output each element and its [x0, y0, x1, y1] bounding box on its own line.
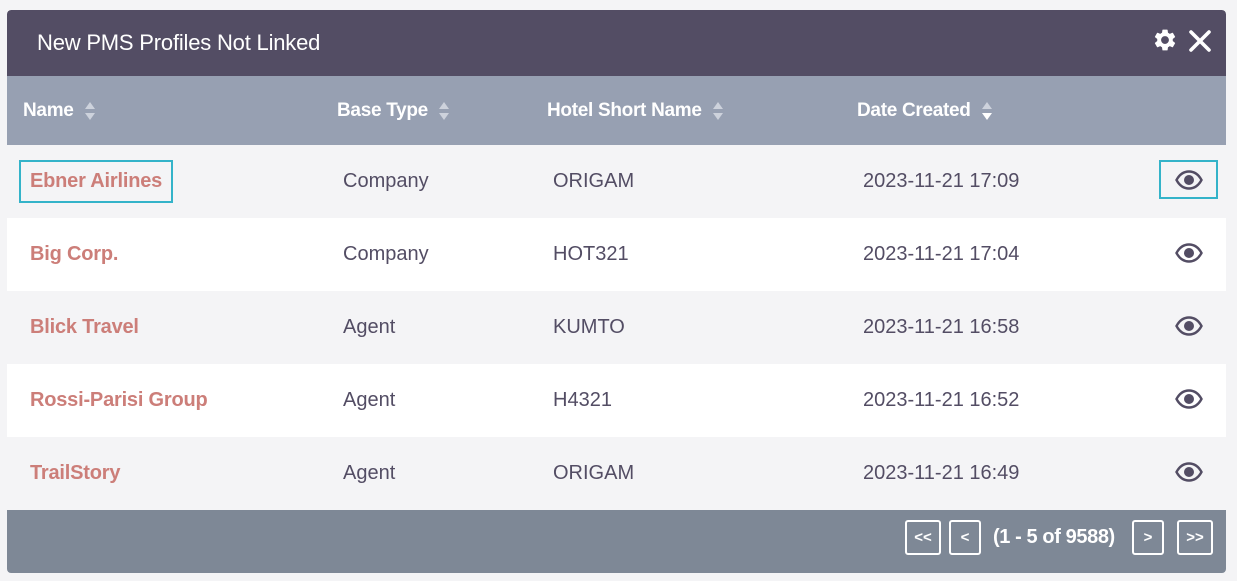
- base-type-cell: Agent: [343, 462, 396, 484]
- hotel-short-name-cell: ORIGAM: [553, 462, 635, 484]
- table-row: Ebner Airlines Company ORIGAM 2023-11-21…: [7, 145, 1226, 218]
- gear-icon[interactable]: [1152, 27, 1178, 53]
- hotel-short-name-cell: ORIGAM: [553, 170, 635, 192]
- column-header-date-created[interactable]: Date Created: [857, 76, 993, 145]
- pagination-range: (1 - 5 of 9588): [993, 526, 1115, 548]
- next-page-button[interactable]: >: [1132, 520, 1164, 555]
- name-cell: Big Corp.: [19, 218, 129, 291]
- view-button[interactable]: [1159, 452, 1218, 491]
- last-page-button[interactable]: >>: [1177, 520, 1213, 555]
- hotel-short-name-cell: KUMTO: [553, 316, 625, 338]
- sort-arrows-icon: [981, 101, 992, 120]
- hotel-short-name-cell: H4321: [553, 389, 612, 411]
- dashlet-header: New PMS Profiles Not Linked: [7, 10, 1226, 76]
- eye-icon: [1174, 169, 1203, 190]
- eye-icon: [1174, 315, 1203, 336]
- profile-name-link[interactable]: Blick Travel: [19, 306, 150, 349]
- column-header-label: Base Type: [337, 99, 428, 121]
- table-row: TrailStory Agent ORIGAM 2023-11-21 16:49: [7, 437, 1226, 510]
- table-row: Big Corp. Company HOT321 2023-11-21 17:0…: [7, 218, 1226, 291]
- dashlet: New PMS Profiles Not Linked Name Base Ty…: [7, 10, 1226, 573]
- name-cell: TrailStory: [19, 437, 131, 510]
- date-created-cell: 2023-11-21 17:04: [863, 243, 1020, 265]
- name-cell: Rossi-Parisi Group: [19, 364, 219, 437]
- eye-icon: [1174, 461, 1203, 482]
- date-created-cell: 2023-11-21 16:49: [863, 462, 1020, 484]
- profile-name-link[interactable]: Rossi-Parisi Group: [19, 379, 219, 422]
- table-row: Blick Travel Agent KUMTO 2023-11-21 16:5…: [7, 291, 1226, 364]
- view-button[interactable]: [1159, 160, 1218, 199]
- previous-page-button[interactable]: <: [949, 520, 981, 555]
- date-created-cell: 2023-11-21 16:52: [863, 389, 1020, 411]
- date-created-cell: 2023-11-21 16:58: [863, 316, 1020, 338]
- eye-icon: [1174, 388, 1203, 409]
- sort-arrows-icon: [712, 101, 723, 120]
- column-header-hotel-short-name[interactable]: Hotel Short Name: [547, 76, 724, 145]
- close-icon[interactable]: [1188, 29, 1212, 53]
- view-button[interactable]: [1159, 233, 1218, 272]
- base-type-cell: Company: [343, 170, 429, 192]
- date-created-cell: 2023-11-21 17:09: [863, 170, 1020, 192]
- pagination-bar: << < (1 - 5 of 9588) > >>: [7, 510, 1226, 573]
- base-type-cell: Agent: [343, 316, 396, 338]
- first-page-button[interactable]: <<: [905, 520, 941, 555]
- column-header-label: Name: [23, 99, 74, 121]
- table-row: Rossi-Parisi Group Agent H4321 2023-11-2…: [7, 364, 1226, 437]
- column-header-label: Date Created: [857, 99, 971, 121]
- hotel-short-name-cell: HOT321: [553, 243, 629, 265]
- sort-arrows-icon: [438, 101, 449, 120]
- eye-icon: [1174, 242, 1203, 263]
- dashlet-title: New PMS Profiles Not Linked: [37, 30, 321, 55]
- profile-name-link[interactable]: TrailStory: [19, 452, 131, 495]
- name-cell: Ebner Airlines: [19, 145, 174, 218]
- profile-name-link[interactable]: Big Corp.: [19, 233, 129, 276]
- column-header-label: Hotel Short Name: [547, 99, 702, 121]
- view-button[interactable]: [1159, 306, 1218, 345]
- column-header-name[interactable]: Name: [23, 76, 96, 145]
- sort-arrows-icon: [84, 101, 95, 120]
- base-type-cell: Agent: [343, 389, 396, 411]
- base-type-cell: Company: [343, 243, 429, 265]
- view-button[interactable]: [1159, 379, 1218, 418]
- name-cell: Blick Travel: [19, 291, 150, 364]
- table-header: Name Base Type Hotel Short Name Date Cre…: [7, 76, 1226, 145]
- profile-name-link[interactable]: Ebner Airlines: [19, 160, 174, 203]
- column-header-base-type[interactable]: Base Type: [337, 76, 450, 145]
